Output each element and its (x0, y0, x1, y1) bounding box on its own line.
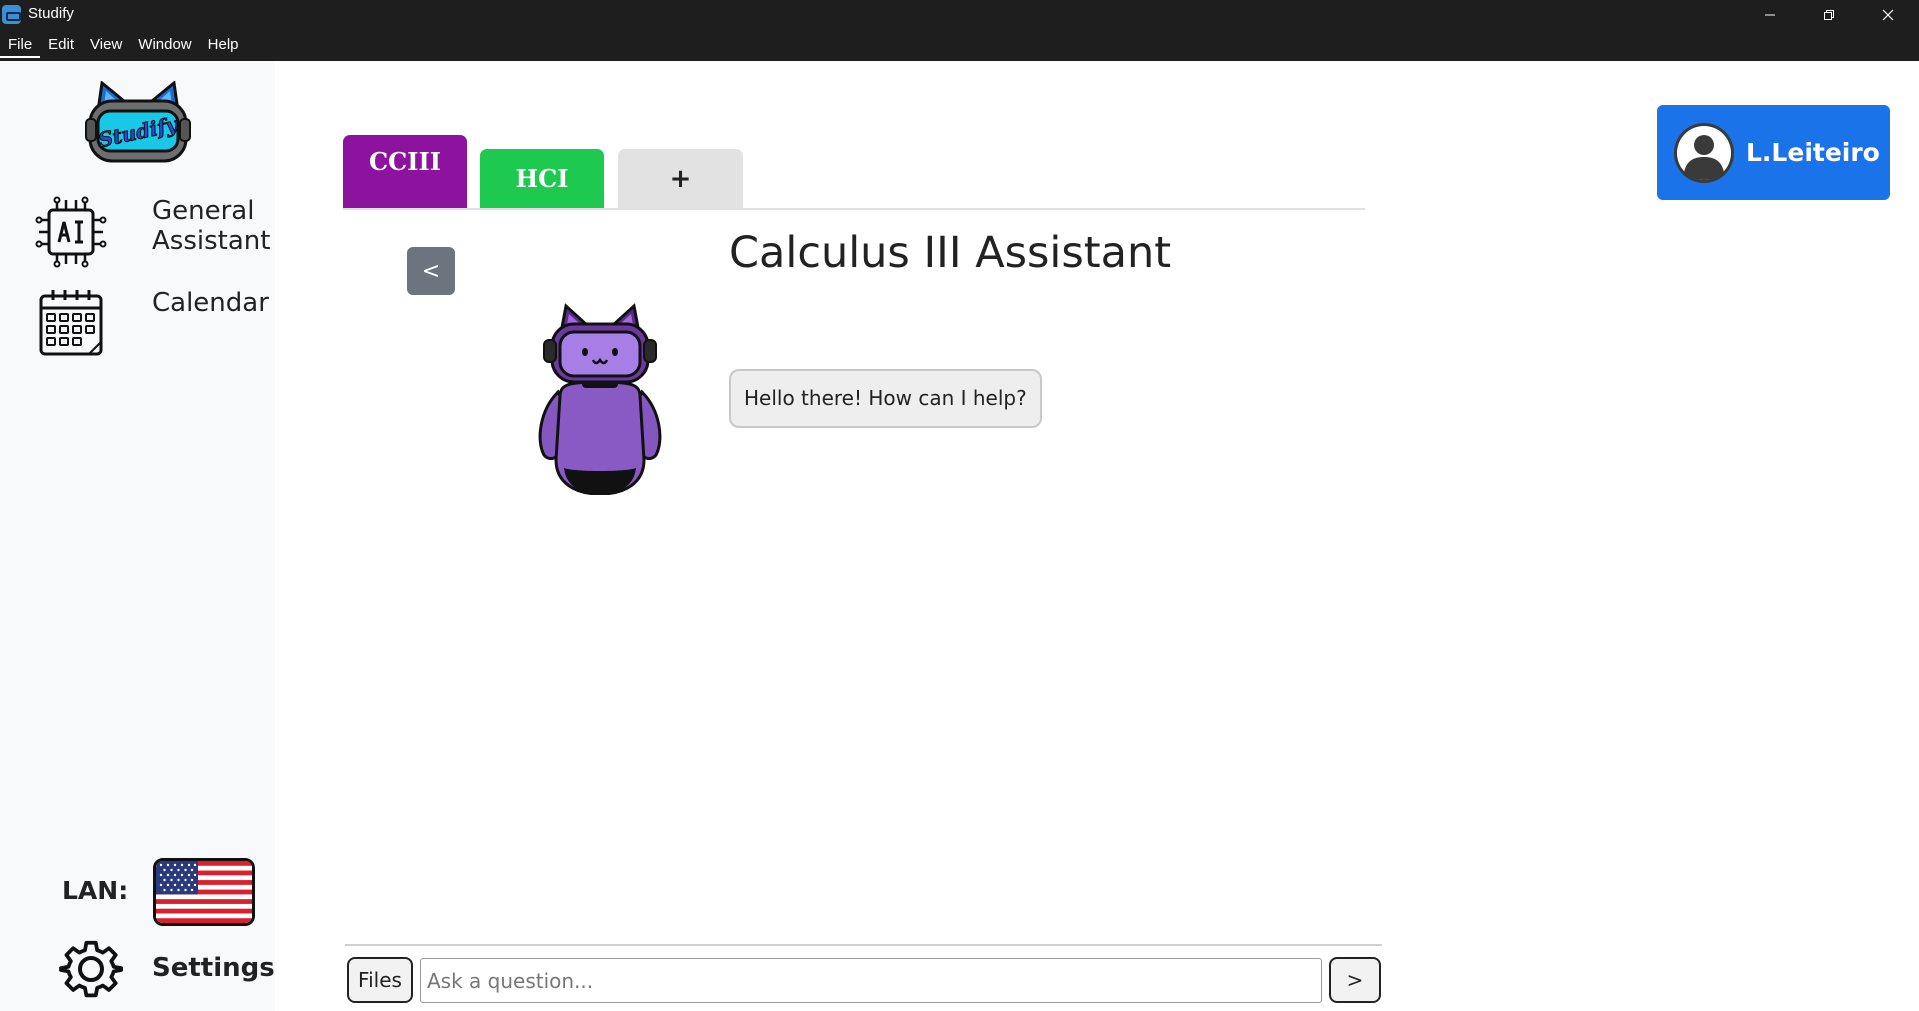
close-icon (1882, 9, 1894, 21)
nav-label-calendar: Calendar (152, 288, 269, 318)
maximize-button[interactable] (1799, 0, 1859, 30)
files-button[interactable]: Files (347, 957, 413, 1003)
nav-general-assistant[interactable]: General Assistant (35, 196, 272, 268)
title-bar: Studify File Edit View Window Help (0, 0, 1919, 61)
studify-app-icon (2, 5, 21, 24)
nav-calendar[interactable]: Calendar (35, 286, 269, 358)
calendar-icon (39, 290, 103, 356)
window-title: Studify (28, 5, 74, 22)
tab-hci[interactable]: HCI (480, 149, 604, 208)
minimize-button[interactable] (1740, 0, 1800, 30)
purple-cat-robot-mascot (538, 303, 662, 495)
composer-divider (345, 944, 1382, 946)
language-flag-button[interactable] (153, 858, 255, 926)
back-button[interactable]: < (407, 247, 455, 295)
studify-logo[interactable]: Studify (84, 81, 192, 165)
minimize-icon (1765, 14, 1775, 16)
menu-window[interactable]: Window (130, 34, 199, 58)
assistant-greeting-bubble: Hello there! How can I help? (729, 369, 1042, 428)
close-button[interactable] (1858, 0, 1918, 30)
menu-file[interactable]: File (0, 34, 41, 58)
maximize-icon (1824, 10, 1834, 20)
ai-chip-icon (35, 196, 107, 268)
send-button[interactable]: > (1329, 957, 1381, 1003)
gear-icon[interactable] (59, 937, 123, 1001)
nav-label-general-assistant: General Assistant (152, 196, 272, 256)
add-tab-button[interactable]: + (618, 149, 743, 208)
page-title: Calculus III Assistant (729, 228, 1172, 278)
user-name: L.Leiteiro (1746, 138, 1880, 167)
menu-bar: File Edit View Window Help (0, 34, 247, 58)
us-flag-icon (156, 861, 252, 923)
question-input[interactable] (420, 958, 1322, 1003)
sidebar: Studify General Assistant Calendar LAN: … (0, 61, 275, 1011)
menu-edit[interactable]: Edit (40, 34, 82, 58)
user-avatar-icon (1674, 122, 1734, 183)
course-tabs: CCIII HCI + (343, 135, 1365, 210)
menu-help[interactable]: Help (200, 34, 247, 58)
menu-view[interactable]: View (82, 34, 130, 58)
tab-cciii[interactable]: CCIII (343, 135, 467, 208)
user-profile-button[interactable]: L.Leiteiro (1657, 105, 1890, 200)
settings-label[interactable]: Settings (152, 953, 275, 983)
general-assistant-text: General Assistant (152, 196, 271, 256)
language-label: LAN: (62, 876, 129, 905)
